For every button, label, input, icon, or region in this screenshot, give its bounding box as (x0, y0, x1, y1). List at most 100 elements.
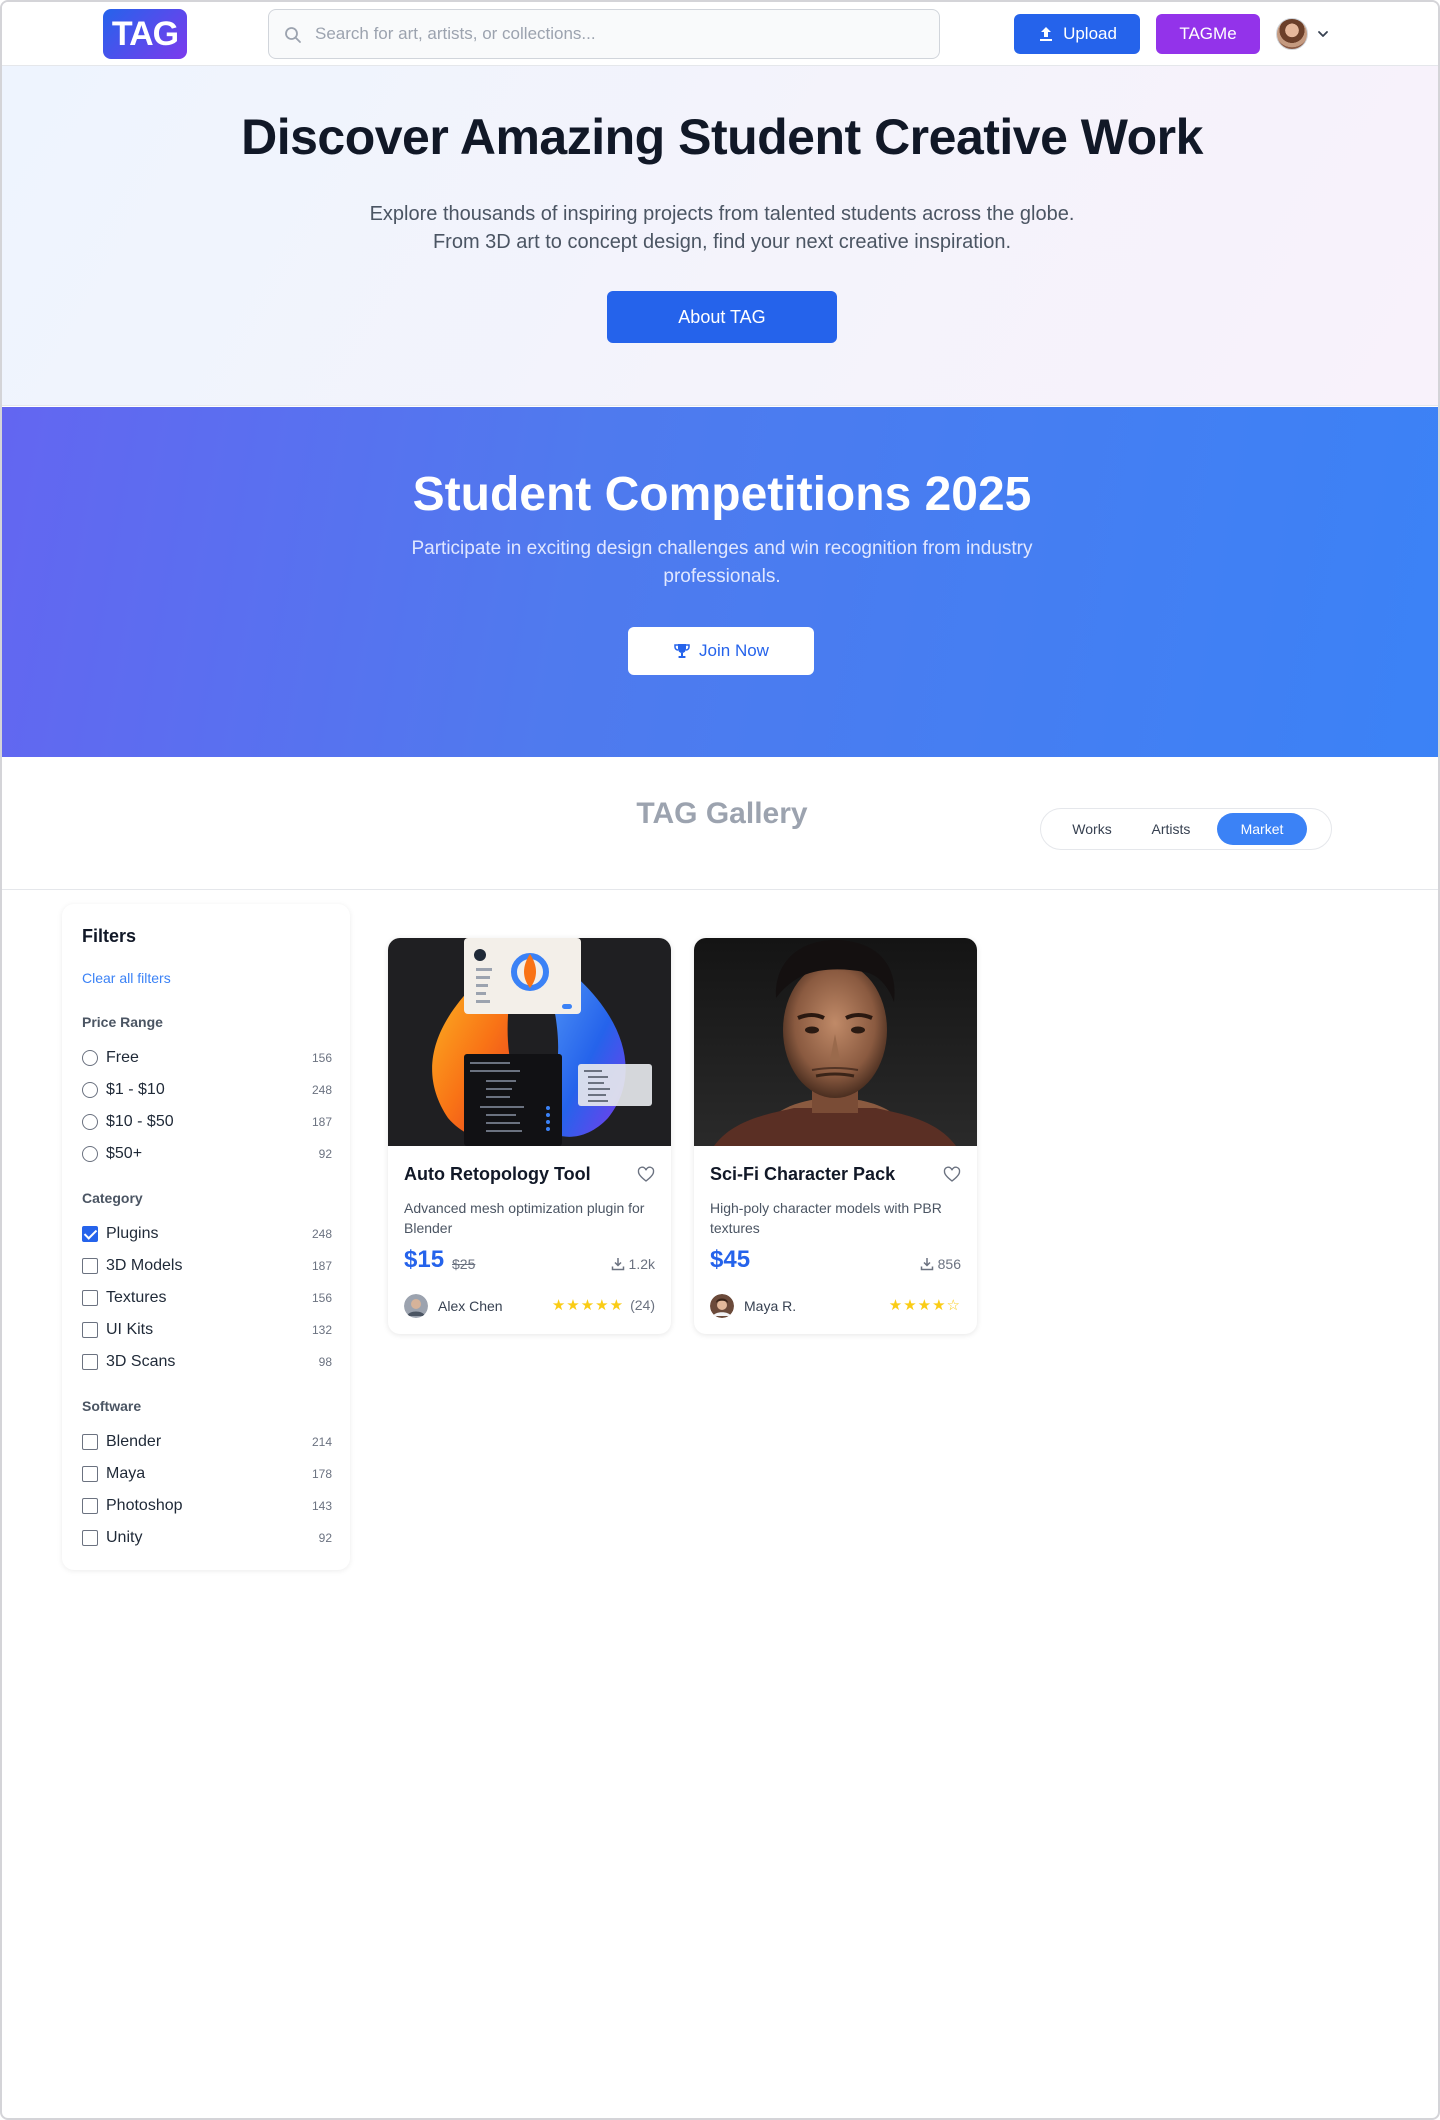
top-navigation-bar: TAG Upload TAGMe (2, 2, 1438, 66)
tab-works[interactable]: Works (1047, 813, 1137, 845)
upload-label: Upload (1063, 24, 1117, 43)
user-menu[interactable] (1276, 17, 1336, 51)
filter-option-3d-models[interactable]: 3D Models 187 (82, 1254, 332, 1278)
filter-option-textures[interactable]: Textures 156 (82, 1286, 332, 1310)
competitions-subtitle: Participate in exciting design challenge… (411, 538, 1033, 587)
hero-subtitle-line-2: From 3D art to concept design, find your… (432, 231, 1012, 253)
heart-icon[interactable] (637, 1166, 655, 1184)
product-price: $15 (404, 1246, 445, 1273)
radio-button[interactable] (82, 1050, 98, 1066)
product-thumbnail[interactable] (388, 938, 671, 1146)
author-avatar (404, 1294, 428, 1318)
filter-option-50-plus[interactable]: $50+ 92 (82, 1142, 332, 1166)
tab-market[interactable]: Market (1217, 813, 1307, 845)
filter-count: 143 (311, 1499, 332, 1513)
checkbox[interactable] (82, 1354, 98, 1370)
product-title[interactable]: Auto Retopology Tool (404, 1164, 591, 1185)
filter-option-10-50[interactable]: $10 - $50 187 (82, 1110, 332, 1134)
tagme-button[interactable]: TAGMe (1156, 14, 1260, 54)
gallery-view-tabs: Works Artists Market (1040, 808, 1332, 850)
tab-artists[interactable]: Artists (1137, 813, 1205, 845)
product-card[interactable]: Sci-Fi Character Pack High-poly characte… (694, 938, 977, 1334)
star-rating-icon: ★★★★☆ (888, 1297, 961, 1314)
filter-count: 92 (318, 1531, 332, 1545)
rating-count: (24) (630, 1297, 655, 1313)
plugin-preview-image (388, 938, 671, 1146)
radio-button[interactable] (82, 1082, 98, 1098)
product-author[interactable]: Maya R. (710, 1294, 796, 1318)
filter-option-blender[interactable]: Blender 214 (82, 1430, 332, 1454)
radio-button[interactable] (82, 1146, 98, 1162)
hero-subtitle-line-1: Explore thousands of inspiring projects … (369, 203, 1075, 225)
hero-section: Discover Amazing Student Creative Work E… (2, 66, 1438, 406)
filter-label: Free (106, 1049, 139, 1066)
filter-count: 156 (311, 1051, 332, 1065)
trophy-icon (674, 644, 690, 658)
filter-label: Photoshop (106, 1497, 183, 1514)
download-count-value: 1.2k (628, 1256, 655, 1272)
filter-option-3d-scans[interactable]: 3D Scans 98 (82, 1350, 332, 1374)
product-card[interactable]: Auto Retopology Tool Advanced mesh optim… (388, 938, 671, 1334)
upload-button[interactable]: Upload (1014, 14, 1140, 54)
download-icon (920, 1258, 933, 1271)
hero-subtitle: Explore thousands of inspiring projects … (322, 200, 1122, 256)
filter-count: 98 (318, 1355, 332, 1369)
product-description: Advanced mesh optimization plugin for Bl… (404, 1200, 645, 1236)
author-name: Maya R. (744, 1298, 797, 1314)
filter-count: 132 (311, 1323, 332, 1337)
author-name: Alex Chen (438, 1298, 503, 1314)
filter-count: 214 (311, 1435, 332, 1449)
filter-count: 248 (311, 1227, 332, 1241)
filter-option-unity[interactable]: Unity 92 (82, 1526, 332, 1550)
filter-label: Blender (106, 1433, 162, 1450)
hero-title: Discover Amazing Student Creative Work (241, 109, 1203, 165)
filter-label: Plugins (106, 1225, 159, 1242)
filter-option-1-10[interactable]: $1 - $10 248 (82, 1078, 332, 1102)
product-description: High-poly character models with PBR text… (710, 1200, 942, 1236)
heart-icon[interactable] (943, 1166, 961, 1184)
clear-filters-link[interactable]: Clear all filters (82, 970, 171, 986)
download-count-value: 856 (937, 1256, 961, 1272)
filter-option-ui-kits[interactable]: UI Kits 132 (82, 1318, 332, 1342)
search-bar[interactable] (268, 9, 940, 59)
checkbox[interactable] (82, 1258, 98, 1274)
checkbox[interactable] (82, 1498, 98, 1514)
filter-option-maya[interactable]: Maya 178 (82, 1462, 332, 1486)
filters-title: Filters (82, 926, 137, 946)
radio-button[interactable] (82, 1114, 98, 1130)
download-count: 1.2k (611, 1256, 655, 1272)
filter-label: $50+ (106, 1145, 143, 1162)
product-rating: ★★★★☆ (889, 1296, 961, 1314)
search-input[interactable] (315, 10, 915, 58)
product-price: $45 (710, 1246, 751, 1273)
filter-label: $10 - $50 (106, 1113, 174, 1130)
checkbox[interactable] (82, 1466, 98, 1482)
filter-option-plugins[interactable]: Plugins 248 (82, 1222, 332, 1246)
star-rating-icon: ★★★★★ (551, 1297, 625, 1314)
tag-logo[interactable]: TAG (103, 9, 187, 59)
product-rating: ★★★★★ (24) (552, 1296, 655, 1314)
checkbox[interactable] (82, 1434, 98, 1450)
filter-count: 92 (318, 1147, 332, 1161)
join-now-button[interactable]: Join Now (628, 627, 814, 675)
chevron-down-icon[interactable] (1316, 27, 1330, 41)
join-now-label: Join Now (699, 641, 769, 660)
checkbox-checked[interactable] (82, 1226, 98, 1242)
about-tag-button[interactable]: About TAG (607, 291, 837, 343)
competitions-banner: Student Competitions 2025 Participate in… (2, 407, 1438, 757)
character-preview-image (694, 938, 977, 1146)
checkbox[interactable] (82, 1290, 98, 1306)
checkbox[interactable] (82, 1322, 98, 1338)
product-title[interactable]: Sci-Fi Character Pack (710, 1164, 895, 1185)
filter-label: Unity (106, 1529, 143, 1546)
checkbox[interactable] (82, 1530, 98, 1546)
user-avatar[interactable] (1276, 18, 1308, 50)
download-icon (611, 1258, 624, 1271)
product-author[interactable]: Alex Chen (404, 1294, 503, 1318)
filter-option-free[interactable]: Free 156 (82, 1046, 332, 1070)
product-thumbnail[interactable] (694, 938, 977, 1146)
filter-count: 187 (311, 1259, 332, 1273)
author-avatar (710, 1294, 734, 1318)
filter-option-photoshop[interactable]: Photoshop 143 (82, 1494, 332, 1518)
software-heading: Software (82, 1398, 142, 1414)
